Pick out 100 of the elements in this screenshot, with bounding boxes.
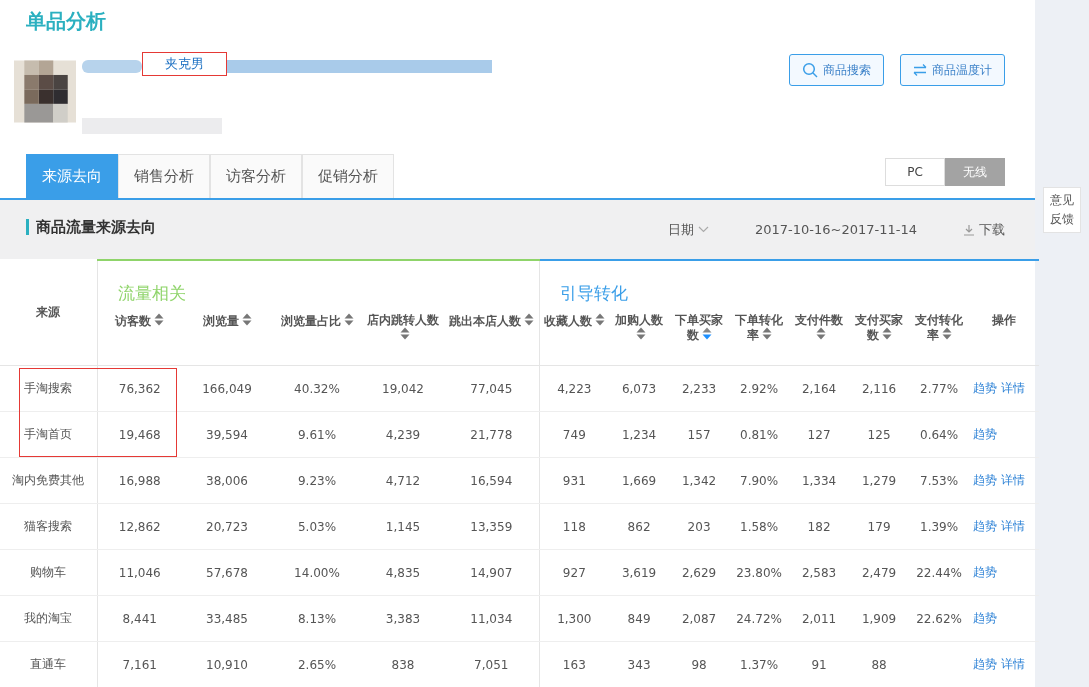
table-cell: 1.39%	[920, 519, 959, 534]
action-link[interactable]: 详情	[1001, 657, 1026, 671]
table-cell: 927	[562, 565, 586, 580]
table-cell: 38,006	[206, 473, 248, 488]
table-cell: 4,239	[385, 427, 421, 442]
blurred-text	[82, 58, 142, 74]
table-cell: 7,161	[122, 657, 157, 672]
source-cell: 淘内免费其他	[12, 473, 85, 487]
source-cell: 购物车	[30, 565, 67, 579]
sortable-column-header[interactable]: 浏览量占比	[280, 313, 354, 328]
table-cell: 2,233	[681, 381, 717, 396]
table-cell: 4,712	[385, 473, 421, 488]
chevron-down-icon	[698, 226, 709, 233]
sortable-column-header[interactable]: 加购人数	[611, 313, 668, 342]
sortable-column-header[interactable]: 下单买家数	[671, 313, 728, 342]
date-dropdown[interactable]: 日期	[668, 220, 709, 239]
table-cell: 849	[627, 611, 651, 626]
sortable-column-header[interactable]: 支付件数	[791, 313, 848, 342]
action-link[interactable]: 详情	[1001, 381, 1026, 395]
sortable-column-header[interactable]: 跳出本店人数	[448, 313, 534, 328]
table-cell: 39,594	[206, 427, 248, 442]
sortable-column-header[interactable]: 收藏人数	[543, 313, 605, 328]
sortable-column-header[interactable]: 支付买家数	[851, 313, 908, 342]
action-link[interactable]: 详情	[1001, 519, 1026, 533]
action-link[interactable]: 趋势	[973, 381, 998, 395]
download-icon	[963, 223, 975, 236]
table-cell: 16,594	[470, 473, 513, 488]
table-cell: 14.00%	[294, 565, 340, 580]
tab[interactable]: 销售分析	[118, 154, 210, 198]
table-cell: 12,862	[118, 519, 161, 534]
tab[interactable]: 访客分析	[210, 154, 302, 198]
table-cell: 4,223	[557, 381, 592, 396]
table-cell: 838	[391, 657, 415, 672]
header-button[interactable]: 商品温度计	[900, 54, 1005, 86]
table-cell: 14,907	[470, 565, 513, 580]
table-cell: 2.77%	[920, 381, 959, 396]
sortable-column-header[interactable]: 浏览量	[202, 313, 252, 328]
download-button[interactable]: 下载	[963, 220, 1005, 239]
table-cell: 3,619	[621, 565, 657, 580]
sortable-column-header[interactable]: 访客数	[115, 313, 165, 328]
source-cell: 猫客搜索	[24, 519, 73, 533]
tab[interactable]: 促销分析	[302, 154, 394, 198]
table-cell: 2,011	[801, 611, 837, 626]
table-cell: 7,051	[474, 657, 509, 672]
table-cell: 11,034	[470, 611, 513, 626]
table-cell: 9.61%	[297, 427, 337, 442]
page-title: 单品分析	[26, 8, 107, 35]
search-icon	[802, 62, 818, 78]
action-link[interactable]: 趋势	[973, 657, 998, 671]
device-toggle[interactable]: PC	[885, 158, 945, 186]
table-cell: 22.62%	[916, 611, 962, 626]
table-cell: 0.64%	[920, 427, 959, 442]
action-link[interactable]: 详情	[1001, 473, 1026, 487]
action-link[interactable]: 趋势	[973, 611, 998, 625]
table-cell: 2,583	[801, 565, 837, 580]
sortable-column-header[interactable]: 下单转化率	[731, 313, 788, 342]
sortable-column-header[interactable]: 支付转化率	[911, 313, 968, 342]
action-link[interactable]: 趋势	[973, 427, 998, 441]
table-cell: 23.80%	[736, 565, 782, 580]
header-button[interactable]: 商品搜索	[789, 54, 884, 86]
table-cell: 2.65%	[297, 657, 337, 672]
table-cell: 1,342	[681, 473, 717, 488]
table-cell: 16,988	[118, 473, 161, 488]
column-group-title: 流量相关	[117, 283, 186, 303]
table-cell: 1.37%	[740, 657, 779, 672]
date-range: 2017-10-16~2017-11-14	[755, 222, 917, 237]
table-cell: 125	[867, 427, 891, 442]
table-cell: 22.44%	[916, 565, 962, 580]
source-cell: 直通车	[30, 657, 67, 671]
sortable-column-header[interactable]: 店内跳转人数	[364, 313, 442, 342]
action-link[interactable]: 趋势	[973, 519, 998, 533]
table-cell: 4,835	[385, 565, 421, 580]
table-cell: 9.23%	[297, 473, 337, 488]
table-cell: 2,479	[861, 565, 897, 580]
feedback-button[interactable]: 意见反馈	[1043, 187, 1081, 233]
column-header: 来源	[36, 305, 61, 319]
table-cell: 157	[687, 427, 711, 442]
table-cell: 118	[562, 519, 586, 534]
table-cell: 10,910	[206, 657, 248, 672]
action-link[interactable]: 趋势	[973, 565, 998, 579]
table-cell: 749	[562, 427, 586, 442]
table-cell: 127	[807, 427, 831, 442]
table-cell: 19,042	[382, 381, 424, 396]
action-link[interactable]: 趋势	[973, 473, 998, 487]
table-cell: 2.92%	[740, 381, 779, 396]
swap-arrows-icon	[913, 63, 927, 77]
source-cell: 手淘搜索	[24, 381, 73, 395]
table-cell: 40.32%	[294, 381, 340, 396]
product-title: 夹克男	[142, 52, 227, 76]
table-cell: 7.90%	[740, 473, 779, 488]
table-cell: 8.13%	[297, 611, 337, 626]
table-cell: 57,678	[206, 565, 248, 580]
table-cell: 5.03%	[297, 519, 337, 534]
table-cell: 1,300	[557, 611, 592, 626]
source-cell: 我的淘宝	[24, 611, 73, 625]
table-cell: 11,046	[118, 565, 161, 580]
table-cell: 20,723	[206, 519, 248, 534]
table-cell: 24.72%	[736, 611, 782, 626]
table-cell: 1,334	[801, 473, 837, 488]
table-cell: 1,279	[861, 473, 897, 488]
